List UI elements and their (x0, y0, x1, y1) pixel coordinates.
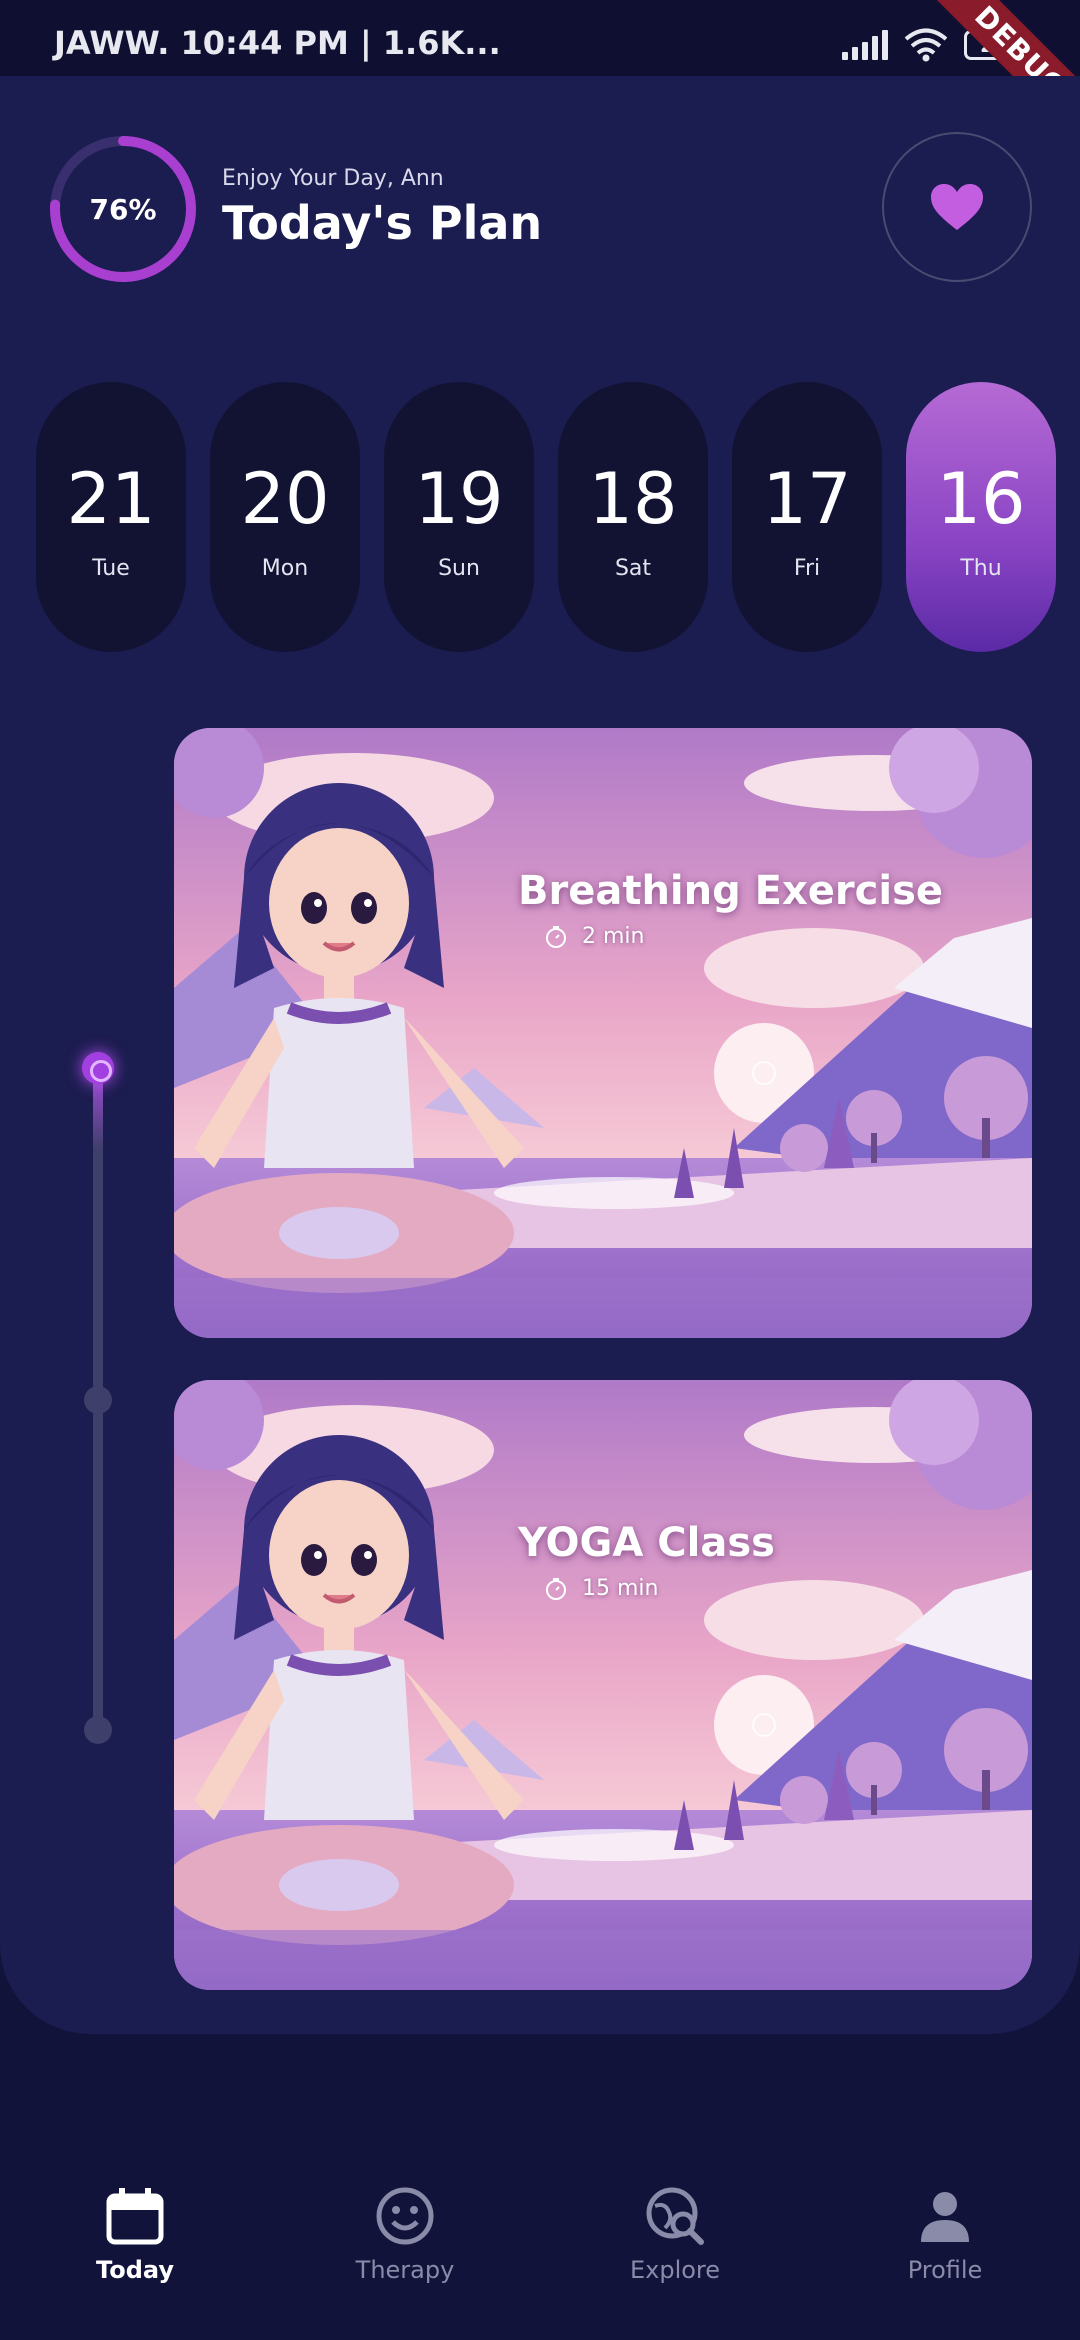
status-text: JAWW. 10:44 PM | 1.6K... (54, 24, 501, 62)
nav-profile[interactable]: Profile (845, 2186, 1045, 2284)
date-number: 21 (66, 457, 156, 540)
timeline-node (84, 1386, 112, 1414)
signal-icon (842, 30, 888, 60)
nav-today[interactable]: Today (35, 2186, 235, 2284)
date-pill-21[interactable]: 21 Tue (36, 382, 186, 652)
smiley-icon (376, 2187, 434, 2245)
date-pill-20[interactable]: 20 Mon (210, 382, 360, 652)
person-icon (921, 2192, 969, 2242)
date-number: 16 (936, 457, 1026, 540)
duration-text: 2 min (582, 924, 645, 949)
greeting-text: Enjoy Your Day, Ann (222, 166, 444, 191)
activity-title: Breathing Exercise (518, 868, 944, 914)
timer-icon (546, 925, 566, 948)
nav-label: Therapy (355, 2256, 455, 2284)
date-pill-17[interactable]: 17 Fri (732, 382, 882, 652)
nav-explore[interactable]: Explore (575, 2186, 775, 2284)
nav-label: Today (96, 2256, 174, 2284)
date-number: 20 (240, 457, 330, 540)
wifi-icon (904, 28, 948, 62)
page-title: Today's Plan (222, 196, 543, 250)
nav-therapy[interactable]: Therapy (305, 2186, 505, 2284)
date-pill-18[interactable]: 18 Sat (558, 382, 708, 652)
duration-text: 15 min (582, 1576, 659, 1601)
date-number: 19 (414, 457, 504, 540)
date-weekday: Tue (92, 555, 130, 581)
calendar-icon (106, 2188, 164, 2245)
activity-card-breathing[interactable]: Breathing Exercise 2 min (174, 728, 1032, 1338)
activity-duration: 2 min (544, 924, 644, 949)
bottom-nav: Today Therapy Explore Profile (0, 2160, 1080, 2340)
progress-percent: 76% (89, 192, 157, 226)
timeline-current-dot (82, 1052, 114, 1084)
favorite-button[interactable] (882, 132, 1032, 282)
date-weekday: Mon (261, 555, 309, 581)
card-illustration (174, 728, 1032, 1338)
timer-icon (546, 1577, 566, 1600)
activity-title: YOGA Class (518, 1520, 775, 1566)
activity-card-yoga[interactable]: YOGA Class 15 min (174, 1380, 1032, 1990)
nav-label: Profile (907, 2256, 983, 2284)
timeline-node (84, 1716, 112, 1744)
date-pill-19[interactable]: 19 Sun (384, 382, 534, 652)
heart-icon (931, 184, 983, 230)
date-number: 17 (762, 457, 852, 540)
date-pill-16-selected[interactable]: 16 Thu (906, 382, 1056, 652)
activity-duration: 15 min (544, 1576, 658, 1601)
date-weekday: Fri (793, 555, 821, 581)
date-weekday: Sat (614, 555, 652, 581)
globe-search-icon (646, 2187, 704, 2245)
status-bar: JAWW. 10:44 PM | 1.6K... 28 DEBUG (0, 0, 1080, 153)
nav-label: Explore (629, 2256, 721, 2284)
date-weekday: Thu (960, 555, 1002, 581)
date-number: 18 (588, 457, 678, 540)
date-weekday: Sun (438, 555, 480, 581)
card-illustration (174, 1380, 1032, 1990)
